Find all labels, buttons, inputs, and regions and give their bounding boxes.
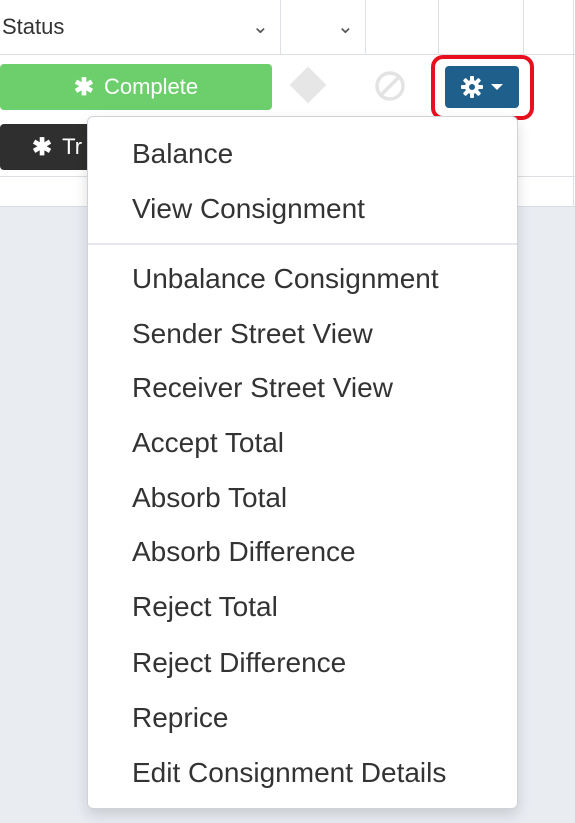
menu-item-reject-total[interactable]: Reject Total xyxy=(132,589,278,625)
menu-divider xyxy=(88,243,517,245)
menu-item-absorb-difference[interactable]: Absorb Difference xyxy=(132,534,356,570)
dark-status-button[interactable]: ✱ Tr xyxy=(0,124,100,170)
status-filter-select[interactable]: Status xyxy=(0,0,280,54)
dark-status-label: Tr xyxy=(62,134,83,159)
asterisk-icon: ✱ xyxy=(73,73,94,101)
asterisk-icon: ✱ xyxy=(32,133,53,161)
column-divider xyxy=(365,0,366,54)
menu-item-balance[interactable]: Balance xyxy=(132,136,233,172)
diamond-icon[interactable] xyxy=(289,66,327,104)
actions-dropdown-menu: Balance View Consignment Unbalance Consi… xyxy=(87,116,518,809)
menu-item-absorb-total[interactable]: Absorb Total xyxy=(132,480,287,516)
menu-item-receiver-street-view[interactable]: Receiver Street View xyxy=(132,370,393,406)
chevron-down-icon: ⌄ xyxy=(337,16,354,38)
complete-status-label: Complete xyxy=(103,74,199,99)
column-divider xyxy=(438,0,439,54)
menu-item-reject-difference[interactable]: Reject Difference xyxy=(132,645,346,681)
menu-item-reprice[interactable]: Reprice xyxy=(132,700,228,736)
menu-item-edit-consignment-details[interactable]: Edit Consignment Details xyxy=(132,755,446,791)
status-filter-label: Status xyxy=(2,14,65,39)
chevron-down-icon: ⌄ xyxy=(252,16,269,38)
complete-status-button[interactable]: ✱ Complete xyxy=(0,64,272,110)
gear-icon xyxy=(461,76,483,98)
menu-item-accept-total[interactable]: Accept Total xyxy=(132,425,284,461)
menu-item-view-consignment[interactable]: View Consignment xyxy=(132,191,365,227)
ban-icon[interactable] xyxy=(374,70,406,102)
caret-down-icon xyxy=(491,84,503,90)
menu-item-sender-street-view[interactable]: Sender Street View xyxy=(132,316,373,352)
actions-gear-button[interactable] xyxy=(445,66,519,108)
column-divider xyxy=(523,0,524,54)
menu-item-unbalance-consignment[interactable]: Unbalance Consignment xyxy=(132,261,439,297)
